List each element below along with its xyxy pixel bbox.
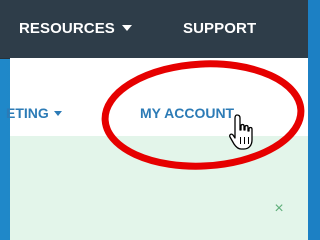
nav-item-resources[interactable]: RESOURCES [19,20,132,37]
nav-item-support-label: SUPPORT [183,20,257,37]
nav-item-marketing-label: ETING [6,105,49,121]
chevron-down-icon [53,110,62,116]
hand-pointer-icon [229,114,253,150]
page-background: RESOURCES SUPPORT t ETING MY ACCOUNT × [0,0,308,240]
secondary-navigation: ETING MY ACCOUNT [6,58,308,134]
chevron-down-icon [121,25,132,32]
notification-banner [10,136,308,240]
nav-item-marketing[interactable]: ETING [6,105,62,121]
nav-item-my-account[interactable]: MY ACCOUNT [140,105,234,121]
nav-item-resources-label: RESOURCES [19,20,115,37]
nav-item-my-account-label: MY ACCOUNT [140,105,235,121]
nav-item-support[interactable]: SUPPORT [183,20,256,37]
content-panel: ETING MY ACCOUNT [6,58,308,240]
close-icon[interactable]: × [272,201,286,217]
top-navigation-bar: RESOURCES SUPPORT [0,0,308,59]
